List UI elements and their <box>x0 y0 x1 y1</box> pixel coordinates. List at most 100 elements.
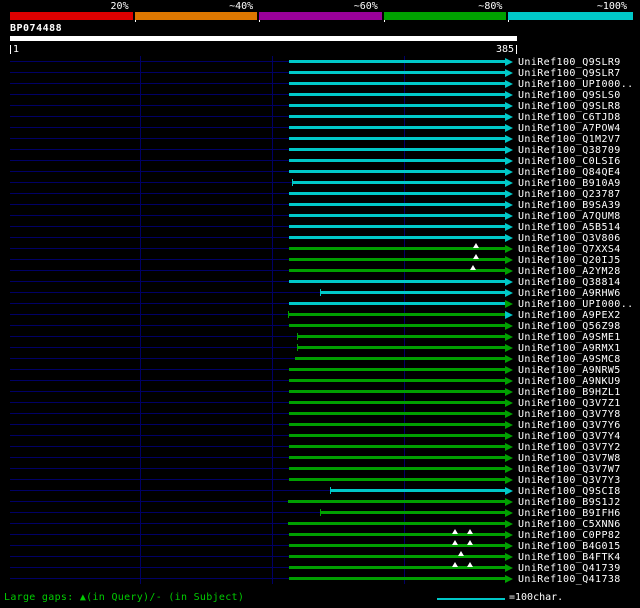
hit-bar[interactable] <box>289 192 505 195</box>
hit-bar[interactable] <box>289 368 505 371</box>
hit-bar[interactable] <box>289 170 505 173</box>
hit-arrow-icon <box>505 442 513 451</box>
alignment-row: UniRef100_Q3V806 <box>0 232 640 244</box>
hit-bar[interactable] <box>289 379 505 382</box>
gap-marker-icon <box>473 254 480 259</box>
hit-bar[interactable] <box>289 115 505 118</box>
hit-arrow-icon <box>505 519 513 528</box>
scale-tick <box>508 20 510 22</box>
alignment-row: UniRef100_Q3V7Y8 <box>0 408 640 420</box>
hit-bar[interactable] <box>294 357 505 360</box>
alignment-row: UniRef100_Q20IJ5 <box>0 254 640 266</box>
scale-segment <box>508 12 633 20</box>
hit-arrow-icon <box>505 343 513 352</box>
hit-bar[interactable] <box>289 280 505 283</box>
hit-bar[interactable] <box>289 390 505 393</box>
hit-bar[interactable] <box>319 291 505 294</box>
hit-arrow-icon <box>505 387 513 396</box>
hit-arrow-icon <box>505 497 513 506</box>
hit-bar[interactable] <box>289 203 505 206</box>
scale-segment <box>383 12 507 20</box>
hit-bar[interactable] <box>288 500 505 503</box>
hit-arrow-icon <box>505 156 513 165</box>
hit-bar[interactable] <box>289 225 505 228</box>
gap-marker-icon <box>466 562 473 567</box>
hit-arrow-icon <box>505 266 513 275</box>
alignment-row: UniRef100_Q41738 <box>0 573 640 585</box>
hit-arrow-icon <box>505 233 513 242</box>
alignment-row: UniRef100_Q41739 <box>0 562 640 574</box>
hit-bar[interactable] <box>288 313 505 316</box>
hit-bar[interactable] <box>289 456 505 459</box>
hit-bar[interactable] <box>289 148 505 151</box>
hit-bar[interactable] <box>288 522 505 525</box>
hit-bar[interactable] <box>289 137 505 140</box>
hit-bar[interactable] <box>297 335 505 338</box>
alignment-row: UniRef100_B4FTK4 <box>0 551 640 563</box>
gap-marker-icon <box>473 243 480 248</box>
alignment-row: UniRef100_Q9SLR8 <box>0 100 640 112</box>
alignment-row: UniRef100_Q9SCI8 <box>0 485 640 497</box>
scale-segment <box>134 12 258 20</box>
hit-bar[interactable] <box>289 236 505 239</box>
hit-arrow-icon <box>505 167 513 176</box>
hit-bar[interactable] <box>289 577 505 580</box>
hit-bar[interactable] <box>297 346 505 349</box>
hit-arrow-icon <box>505 365 513 374</box>
scale-tick <box>383 20 385 22</box>
hit-bar[interactable] <box>289 214 505 217</box>
hit-start-tick <box>297 333 298 340</box>
hit-bar[interactable] <box>289 302 505 305</box>
alignment-row: UniRef100_B4G015 <box>0 540 640 552</box>
hit-label[interactable]: UniRef100_Q41738 <box>518 574 621 585</box>
hit-start-tick <box>320 289 321 296</box>
gap-marker-icon <box>452 562 459 567</box>
hit-bar[interactable] <box>289 159 505 162</box>
hit-bar[interactable] <box>289 423 505 426</box>
gap-marker-icon <box>452 529 459 534</box>
scale-tick <box>134 20 136 22</box>
scale-tick <box>259 20 261 22</box>
alignment-row: UniRef100_Q84QE4 <box>0 166 640 178</box>
hit-bar[interactable] <box>289 126 505 129</box>
hit-bar[interactable] <box>291 181 505 184</box>
alignment-row: UniRef100_Q38814 <box>0 276 640 288</box>
hit-bar[interactable] <box>289 401 505 404</box>
hit-bar[interactable] <box>330 489 505 492</box>
hit-bar[interactable] <box>289 93 505 96</box>
hit-arrow-icon <box>505 354 513 363</box>
alignment-row: UniRef100_A7POW4 <box>0 122 640 134</box>
alignment-row: UniRef100_B9IFH6 <box>0 507 640 519</box>
alignment-row: UniRef100_Q38709 <box>0 144 640 156</box>
alignment-row: UniRef100_Q7XXS4 <box>0 243 640 255</box>
hit-bar[interactable] <box>289 445 505 448</box>
hit-bar[interactable] <box>289 467 505 470</box>
alignment-row: UniRef100_Q9SLR7 <box>0 67 640 79</box>
alignment-row: UniRef100_Q9SLS0 <box>0 89 640 101</box>
alignment-row: UniRef100_Q3V7Y6 <box>0 419 640 431</box>
blast-alignment-overview: 20% ~40% ~60% ~80% ~100% BP074488 1 385 UniR… <box>0 0 640 608</box>
ruler-tick-end <box>516 45 517 54</box>
hit-arrow-icon <box>505 90 513 99</box>
hit-bar[interactable] <box>289 434 505 437</box>
hit-arrow-icon <box>505 552 513 561</box>
hit-bar[interactable] <box>289 82 505 85</box>
hit-arrow-icon <box>505 530 513 539</box>
gaps-legend: Large gaps: ▲(in Query)/- (in Subject) <box>4 592 245 603</box>
alignment-row: UniRef100_A9NRW5 <box>0 364 640 376</box>
hit-bar[interactable] <box>289 71 505 74</box>
hit-bar[interactable] <box>289 324 505 327</box>
alignment-row: UniRef100_A5B514 <box>0 221 640 233</box>
hit-start-tick <box>288 311 289 318</box>
alignment-row: UniRef100_Q56Z98 <box>0 320 640 332</box>
hit-bar[interactable] <box>289 60 505 63</box>
hit-bar[interactable] <box>289 555 505 558</box>
hit-arrow-icon <box>505 464 513 473</box>
hit-arrow-icon <box>505 123 513 132</box>
hit-bar[interactable] <box>319 511 505 514</box>
hit-bar[interactable] <box>289 478 505 481</box>
hit-bar[interactable] <box>289 412 505 415</box>
hit-bar[interactable] <box>289 104 505 107</box>
alignment-row: UniRef100_Q3V7Y2 <box>0 441 640 453</box>
alignment-row: UniRef100_B9HZL1 <box>0 386 640 398</box>
